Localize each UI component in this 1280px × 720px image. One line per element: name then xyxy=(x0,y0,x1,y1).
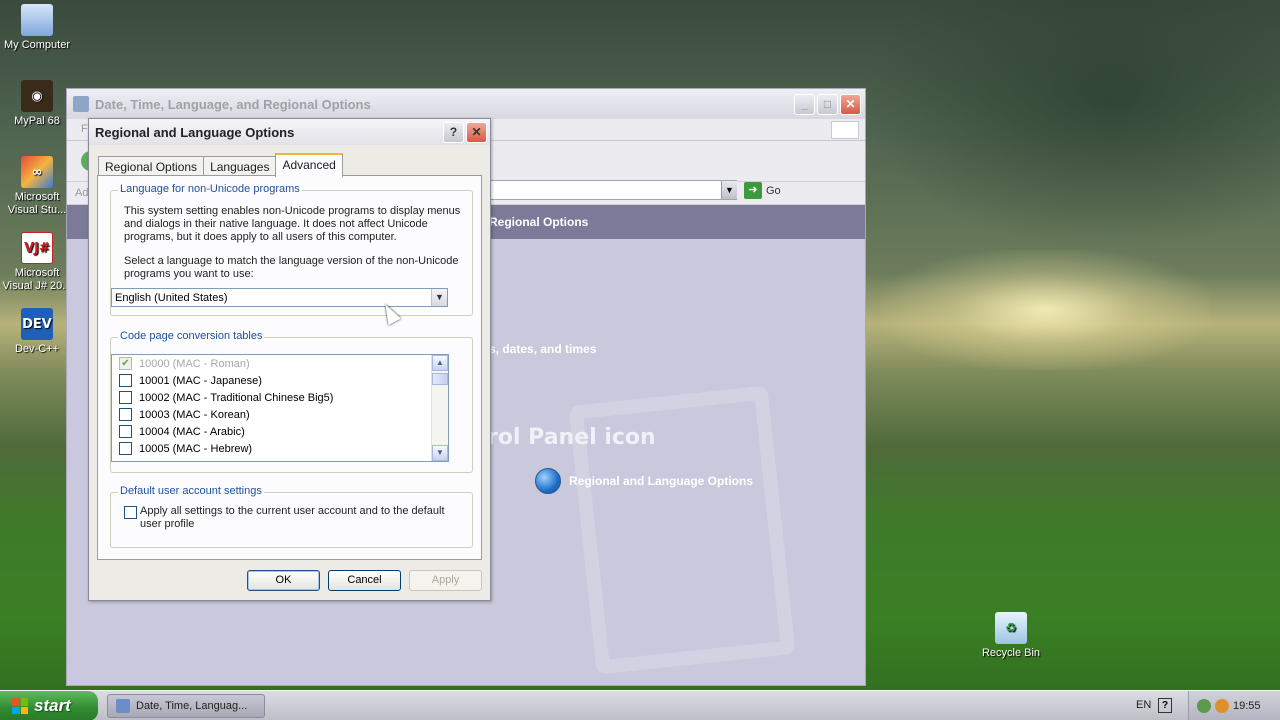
network-icon[interactable] xyxy=(1197,699,1211,713)
desktop-icon-visual-studio[interactable]: ∞ Microsoft Visual Stu... xyxy=(0,156,74,217)
control-panel-task-icon xyxy=(116,699,130,713)
checkbox-checked-disabled: ✔ xyxy=(119,357,132,370)
list-item-label: 10000 (MAC - Roman) xyxy=(139,357,250,370)
pick-icon-heading: rol Panel icon xyxy=(487,425,656,450)
default-user-group: Default user account settings Apply all … xyxy=(110,485,473,548)
dialog-close-button[interactable]: ✕ xyxy=(466,121,487,143)
code-page-list[interactable]: ✔ 10000 (MAC - Roman) 10001 (MAC - Japan… xyxy=(111,354,449,462)
taskbar: start Date, Time, Languag... EN ? 19:55 xyxy=(0,690,1280,720)
go-label: Go xyxy=(766,184,781,197)
list-item-label: 10005 (MAC - Hebrew) xyxy=(139,442,253,455)
control-panel-titlebar[interactable]: Date, Time, Language, and Regional Optio… xyxy=(67,89,865,119)
start-button[interactable]: start xyxy=(0,691,98,720)
scroll-down-icon[interactable]: ▼ xyxy=(432,445,448,461)
default-user-group-label: Default user account settings xyxy=(118,485,264,497)
list-item-label: 10003 (MAC - Korean) xyxy=(139,408,250,421)
desktop-icon-mypal[interactable]: ◉ MyPal 68 xyxy=(0,80,74,128)
minimize-button[interactable]: _ xyxy=(794,93,815,115)
address-label: Ad xyxy=(75,187,89,199)
task-subtitle: s, dates, and times xyxy=(489,342,597,356)
maximize-button[interactable]: □ xyxy=(817,93,838,115)
desktop-icon-label: Microsoft Visual J# 20... xyxy=(2,267,72,292)
regional-language-link-label: Regional and Language Options xyxy=(569,474,754,488)
advanced-tab-panel: Language for non-Unicode programs This s… xyxy=(97,175,482,560)
desktop-icon-label: Dev-C++ xyxy=(14,343,60,355)
help-button[interactable]: ? xyxy=(443,121,464,143)
desktop-icon-label: Microsoft Visual Stu... xyxy=(7,191,67,216)
list-item[interactable]: 10004 (MAC - Arabic) xyxy=(112,423,448,440)
system-tray: 19:55 xyxy=(1188,691,1280,720)
list-item[interactable]: 10005 (MAC - Hebrew) xyxy=(112,440,448,457)
list-item-label: 10004 (MAC - Arabic) xyxy=(139,425,245,438)
checkbox[interactable] xyxy=(119,374,132,387)
search-icon[interactable] xyxy=(1215,699,1229,713)
list-item-label: 10002 (MAC - Traditional Chinese Big5) xyxy=(139,391,334,404)
language-indicator[interactable]: EN xyxy=(1136,699,1151,711)
ok-button[interactable]: OK xyxy=(247,570,320,591)
checkbox[interactable] xyxy=(119,442,132,455)
regional-language-dialog[interactable]: Regional and Language Options ? ✕ Region… xyxy=(88,118,491,601)
visual-studio-icon: ∞ xyxy=(21,156,53,188)
code-page-scrollbar[interactable]: ▲ ▼ xyxy=(431,355,448,461)
list-item[interactable]: 10001 (MAC - Japanese) xyxy=(112,372,448,389)
wallpaper-sun-glow xyxy=(880,250,1210,370)
desktop-icon-recycle-bin[interactable]: ♻ Recycle Bin xyxy=(974,612,1048,660)
non-unicode-description: This system setting enables non-Unicode … xyxy=(124,205,461,243)
chevron-down-icon[interactable]: ▼ xyxy=(431,289,447,306)
globe-icon xyxy=(535,468,561,494)
scroll-up-icon[interactable]: ▲ xyxy=(432,355,448,371)
tab-regional-options[interactable]: Regional Options xyxy=(98,156,205,176)
non-unicode-group-label: Language for non-Unicode programs xyxy=(118,183,302,195)
dialog-title: Regional and Language Options xyxy=(95,124,295,140)
apply-button[interactable]: Apply xyxy=(409,570,482,591)
desktop-icon-label: Recycle Bin xyxy=(981,647,1041,659)
list-item-label: 10001 (MAC - Japanese) xyxy=(139,374,262,387)
raccoon-icon: ◉ xyxy=(21,80,53,112)
desktop-icon-dev-cpp[interactable]: DEV Dev-C++ xyxy=(0,308,74,356)
scroll-thumb[interactable] xyxy=(432,373,448,385)
devcpp-icon: DEV xyxy=(21,308,53,340)
language-bar-help-icon[interactable]: ? xyxy=(1158,698,1172,713)
go-button[interactable]: ➜ Go xyxy=(744,182,781,199)
computer-icon xyxy=(21,4,53,36)
tab-languages[interactable]: Languages xyxy=(203,156,277,176)
control-panel-icon xyxy=(73,96,89,112)
close-button[interactable]: ✕ xyxy=(840,93,861,115)
control-panel-title: Date, Time, Language, and Regional Optio… xyxy=(95,96,371,112)
checkbox[interactable] xyxy=(119,391,132,404)
apply-default-user-label: Apply all settings to the current user a… xyxy=(140,505,445,530)
taskbar-window-button[interactable]: Date, Time, Languag... xyxy=(107,694,265,718)
checkbox[interactable] xyxy=(119,425,132,438)
non-unicode-language-select[interactable]: English (United States) ▼ xyxy=(111,288,448,307)
desktop-icon-my-computer[interactable]: My Computer xyxy=(0,4,74,52)
taskbar-window-label: Date, Time, Languag... xyxy=(136,700,248,712)
start-label: start xyxy=(34,696,71,715)
desktop-icon-label: MyPal 68 xyxy=(14,115,60,127)
banner-title: Regional Options xyxy=(489,215,589,229)
regional-language-link[interactable]: Regional and Language Options xyxy=(535,468,753,494)
wallpaper-clouds xyxy=(860,0,1280,250)
recycle-bin-icon: ♻ xyxy=(995,612,1027,644)
dialog-tabs: Regional Options Languages Advanced xyxy=(98,153,343,177)
cancel-button[interactable]: Cancel xyxy=(328,570,401,591)
code-page-group-label: Code page conversion tables xyxy=(118,330,265,342)
desktop-icon-visual-jsharp[interactable]: VJ# Microsoft Visual J# 20... xyxy=(0,232,74,293)
vjsharp-icon: VJ# xyxy=(21,232,53,264)
tab-advanced[interactable]: Advanced xyxy=(275,153,343,177)
non-unicode-prompt: Select a language to match the language … xyxy=(124,255,459,280)
go-arrow-icon: ➜ xyxy=(744,182,762,199)
clock: 19:55 xyxy=(1233,700,1261,712)
selected-language: English (United States) xyxy=(115,291,228,304)
list-item: ✔ 10000 (MAC - Roman) xyxy=(112,355,448,372)
address-dropdown-button[interactable]: ▼ xyxy=(721,181,737,199)
desktop-icon-label: My Computer xyxy=(3,39,71,51)
checkbox[interactable] xyxy=(119,408,132,421)
dialog-titlebar[interactable]: Regional and Language Options ? ✕ xyxy=(89,119,490,145)
windows-flag-icon xyxy=(12,698,28,714)
list-item[interactable]: 10003 (MAC - Korean) xyxy=(112,406,448,423)
apply-default-user-checkbox[interactable] xyxy=(124,506,137,519)
windows-logo-icon xyxy=(831,121,859,139)
list-item[interactable]: 10002 (MAC - Traditional Chinese Big5) xyxy=(112,389,448,406)
